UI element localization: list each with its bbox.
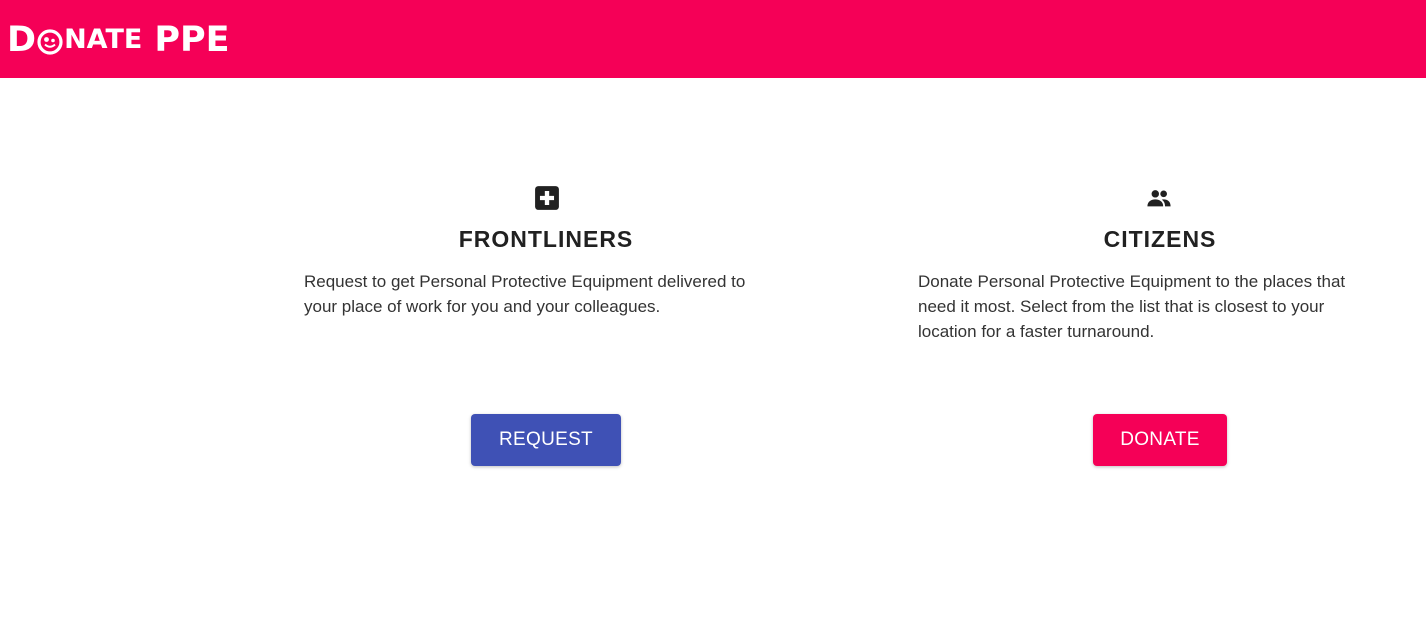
logo-word-ppe: PPE <box>154 20 230 60</box>
app-header: D NATE PPE <box>0 0 1426 78</box>
donate-heart-logo-icon <box>37 29 63 55</box>
frontliners-description: Request to get Personal Protective Equip… <box>304 272 746 316</box>
logo-letter-d: D <box>7 20 37 60</box>
donate-button[interactable]: DONATE <box>1093 414 1227 466</box>
frontliners-title: FRONTLINERS <box>458 226 634 252</box>
logo-word-nate: NATE <box>64 24 143 55</box>
citizens-title: CITIZENS <box>1103 226 1217 252</box>
medical-cross-icon <box>535 186 559 210</box>
donate-ppe-logo[interactable]: D NATE PPE <box>7 20 230 60</box>
request-button[interactable]: REQUEST <box>471 414 621 466</box>
people-group-icon <box>1147 190 1171 207</box>
citizens-description: Donate Personal Protective Equipment to … <box>918 272 1346 341</box>
